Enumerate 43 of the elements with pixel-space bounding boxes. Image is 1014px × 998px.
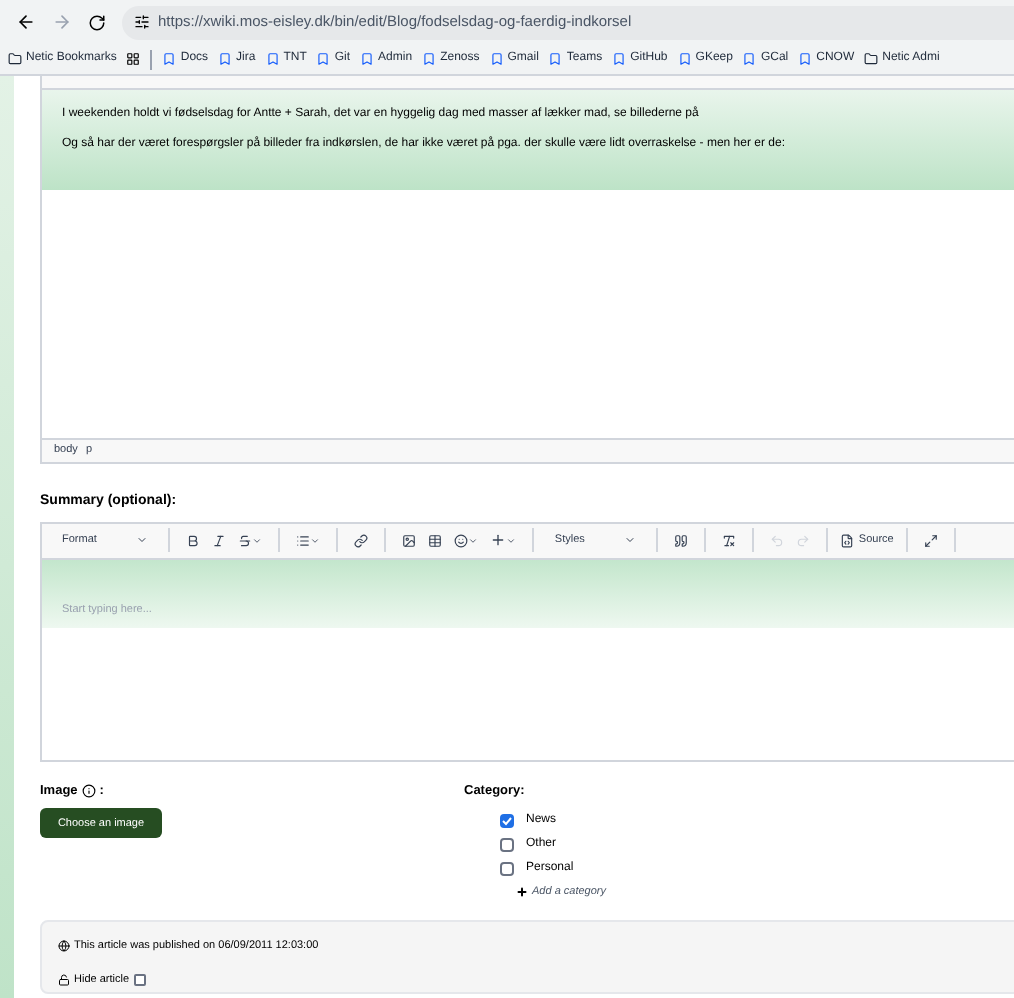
bookmark-icon <box>742 52 757 66</box>
caret-icon <box>506 535 517 545</box>
bookmark-icon <box>548 52 563 66</box>
reload-icon[interactable] <box>88 13 106 31</box>
caret-icon <box>624 534 637 546</box>
maximize-button[interactable] <box>919 533 942 547</box>
plus-icon <box>516 886 528 899</box>
unlock-icon <box>58 973 70 986</box>
strikethrough-icon <box>238 533 253 547</box>
bookmark-icon <box>798 52 813 66</box>
bookmark-icon <box>422 52 437 66</box>
folder-icon <box>864 52 879 66</box>
editor-body[interactable] <box>42 90 1014 190</box>
smiley-icon <box>454 533 469 547</box>
image-button[interactable] <box>398 533 421 547</box>
caret-icon <box>252 535 263 545</box>
caret-icon <box>468 535 479 545</box>
plus-icon <box>490 532 507 548</box>
folder-icon <box>8 52 22 66</box>
bookmark-icon <box>612 52 627 66</box>
caret-icon <box>136 534 149 546</box>
bookmark-icon <box>316 52 331 66</box>
category-checkbox[interactable] <box>500 862 514 877</box>
bookmark-icon <box>218 52 233 66</box>
document-icon <box>840 533 855 547</box>
bookmark-icon <box>489 52 504 66</box>
checkmark-icon <box>502 816 512 827</box>
info-icon[interactable] <box>81 783 96 798</box>
hide-article-checkbox[interactable] <box>133 973 146 986</box>
table-button[interactable] <box>424 533 447 547</box>
link-button[interactable] <box>350 533 373 547</box>
bookmark-icon <box>677 52 692 66</box>
site-settings-icon[interactable] <box>134 14 150 30</box>
category-checkbox[interactable] <box>500 838 514 853</box>
bookmark-icon <box>360 52 375 66</box>
back-icon[interactable] <box>16 12 36 32</box>
apps-icon[interactable] <box>126 52 141 66</box>
list-icon <box>296 533 311 547</box>
bookmark-icon <box>162 52 177 66</box>
globe-icon <box>58 939 70 952</box>
bookmark-icon <box>265 52 280 66</box>
quote-button[interactable] <box>670 533 693 547</box>
caret-icon <box>310 535 321 545</box>
